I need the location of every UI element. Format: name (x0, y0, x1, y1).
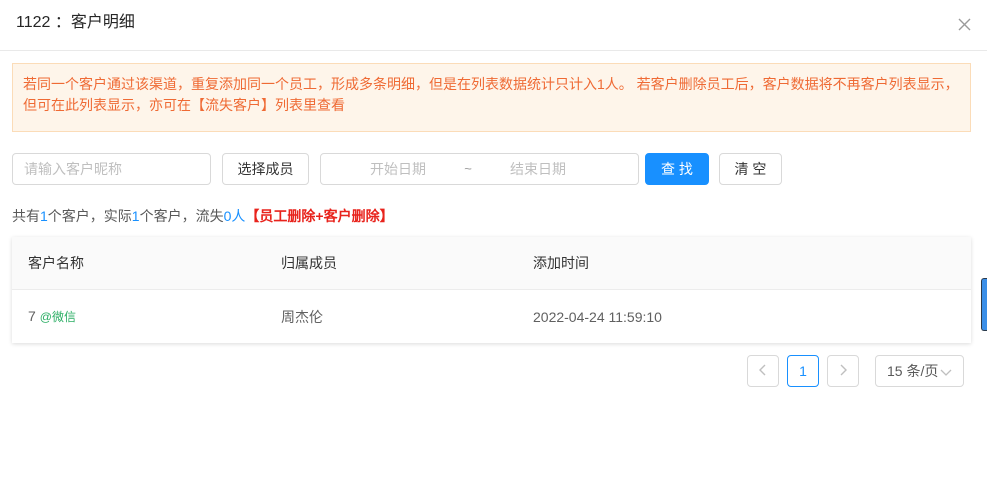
end-date-input[interactable] (481, 154, 595, 184)
chevron-down-icon (940, 365, 952, 377)
customer-summary: 共有1个客户，实际1个客户，流失0人【员工删除+客户删除】 (12, 206, 394, 226)
column-header-customer-name: 客户名称 (28, 255, 84, 271)
next-page-button[interactable] (827, 355, 859, 387)
summary-lost-count: 0人 (223, 208, 246, 224)
date-range-picker[interactable]: ~ (320, 153, 639, 185)
dialog-title: 1122 ：客户明细 (16, 14, 135, 31)
chevron-left-icon (758, 363, 768, 379)
customer-source-tag: @微信 (39, 310, 76, 324)
dialog-header: 1122 ：客户明细 (0, 0, 987, 51)
summary-lost-label: 个客户，流失 (139, 208, 224, 224)
column-header-member: 归属成员 (281, 255, 337, 271)
table-header-row: 客户名称 归属成员 添加时间 (12, 237, 971, 290)
summary-total-count: 1 (40, 208, 48, 224)
cell-member: 周杰伦 (281, 308, 323, 325)
start-date-input[interactable] (331, 154, 465, 184)
column-header-added-time: 添加时间 (533, 255, 589, 271)
cell-customer-name: 7 @微信 (12, 308, 265, 325)
warning-alert: 若同一个客户通过该渠道，重复添加同一个员工，形成多条明细，但是在列表数据统计只计… (12, 63, 971, 132)
prev-page-button[interactable] (747, 355, 779, 387)
select-member-button[interactable]: 选择成员 (222, 153, 309, 185)
clear-button[interactable]: 清 空 (719, 153, 782, 185)
side-floating-widget[interactable] (981, 278, 987, 331)
close-icon (958, 18, 971, 31)
page-size-select[interactable]: 15 条/页 (875, 355, 964, 387)
customer-detail-table: 客户名称 归属成员 添加时间 7 @微信 周杰伦 2022-04-24 11:59… (12, 237, 971, 343)
summary-actual-label: 个客户，实际 (47, 208, 132, 224)
page-1-button[interactable]: 1 (787, 355, 819, 387)
table-row: 7 @微信 周杰伦 2022-04-24 11:59:10 (12, 290, 971, 343)
chevron-right-icon (838, 363, 848, 379)
alert-line-1: 若同一个客户通过该渠道，重复添加同一个员工，形成多条明细，但是在列表数据统计只计… (23, 76, 959, 92)
customer-name: 7 (28, 308, 36, 324)
cell-added-time: 2022-04-24 11:59:10 (533, 308, 662, 325)
page-size-value: 15 条/页 (887, 363, 939, 379)
alert-line-2: 但可在此列表显示，亦可在【流失客户】列表里查看 (23, 97, 345, 113)
close-button[interactable] (955, 15, 973, 33)
summary-lost-note: 【员工删除+客户删除】 (245, 208, 394, 224)
summary-actual-count: 1 (131, 208, 140, 224)
date-range-separator: ~ (464, 161, 472, 176)
search-button[interactable]: 查 找 (645, 153, 709, 185)
summary-prefix: 共有 (12, 208, 40, 224)
customer-nickname-input[interactable] (12, 153, 211, 185)
